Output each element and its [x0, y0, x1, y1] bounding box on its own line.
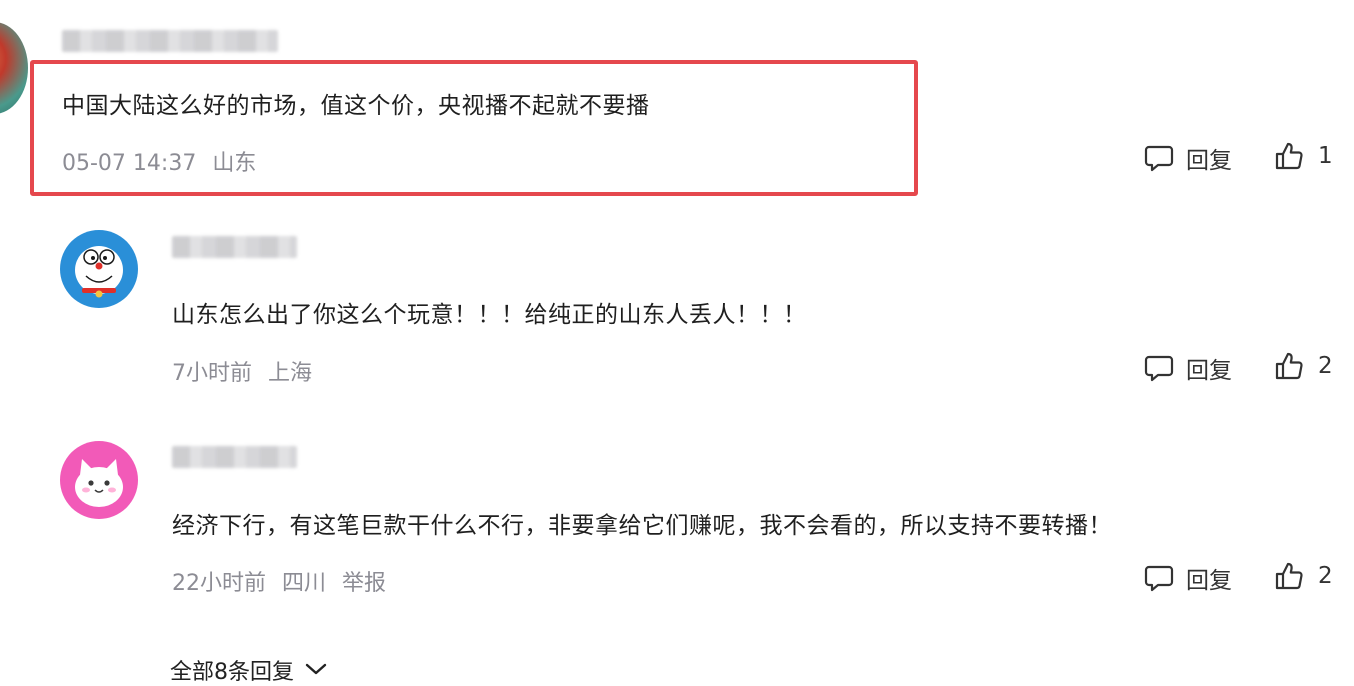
like-count: 2 — [1318, 563, 1333, 589]
username-blurred — [172, 236, 297, 258]
expand-replies-label: 全部8条回复 — [170, 660, 294, 685]
thumbs-up-icon — [1274, 351, 1304, 381]
comment-location: 山东 — [212, 151, 257, 176]
reply-button[interactable]: 回复 — [1144, 561, 1232, 595]
comment-meta: 22小时前 四川 举报 — [172, 565, 402, 597]
like-count: 1 — [1318, 143, 1333, 169]
like-button[interactable]: 2 — [1274, 351, 1333, 381]
expand-replies-button[interactable]: 全部8条回复 — [170, 654, 328, 686]
comment-bubble-icon — [1144, 563, 1174, 593]
comment-time: 05-07 14:37 — [62, 151, 197, 176]
avatar-comment-1[interactable] — [0, 22, 28, 114]
comment-bubble-icon — [1144, 143, 1174, 173]
comment-time: 22小时前 — [172, 571, 266, 596]
comment-bubble-icon — [1144, 353, 1174, 383]
comment-time: 7小时前 — [172, 361, 252, 386]
username-blurred — [62, 30, 278, 52]
like-button[interactable]: 2 — [1274, 561, 1333, 591]
comment-text: 经济下行，有这笔巨款干什么不行，非要拿给它们赚呢，我不会看的，所以支持不要转播！ — [172, 513, 1112, 539]
comment-location: 四川 — [282, 571, 327, 596]
avatar-comment-3[interactable] — [60, 441, 138, 519]
thumbs-up-icon — [1274, 561, 1304, 591]
username-blurred — [172, 446, 297, 468]
avatar-comment-2[interactable] — [60, 230, 138, 308]
reply-label: 回复 — [1186, 358, 1232, 384]
chevron-down-icon — [304, 658, 328, 683]
comment-meta: 7小时前 上海 — [172, 355, 328, 387]
comment-text: 山东怎么出了你这么个玩意！！！给纯正的山东人丢人！！！ — [172, 302, 807, 328]
reply-button[interactable]: 回复 — [1144, 141, 1232, 175]
reply-button[interactable]: 回复 — [1144, 351, 1232, 385]
comment-location: 上海 — [268, 361, 313, 386]
comment-text: 中国大陆这么好的市场，值这个价，央视播不起就不要播 — [62, 93, 650, 119]
thumbs-up-icon — [1274, 141, 1304, 171]
like-button[interactable]: 1 — [1274, 141, 1333, 171]
reply-label: 回复 — [1186, 148, 1232, 174]
report-link[interactable]: 举报 — [342, 571, 386, 596]
reply-label: 回复 — [1186, 568, 1232, 594]
comment-meta: 05-07 14:37 山东 — [62, 145, 272, 177]
like-count: 2 — [1318, 353, 1333, 379]
